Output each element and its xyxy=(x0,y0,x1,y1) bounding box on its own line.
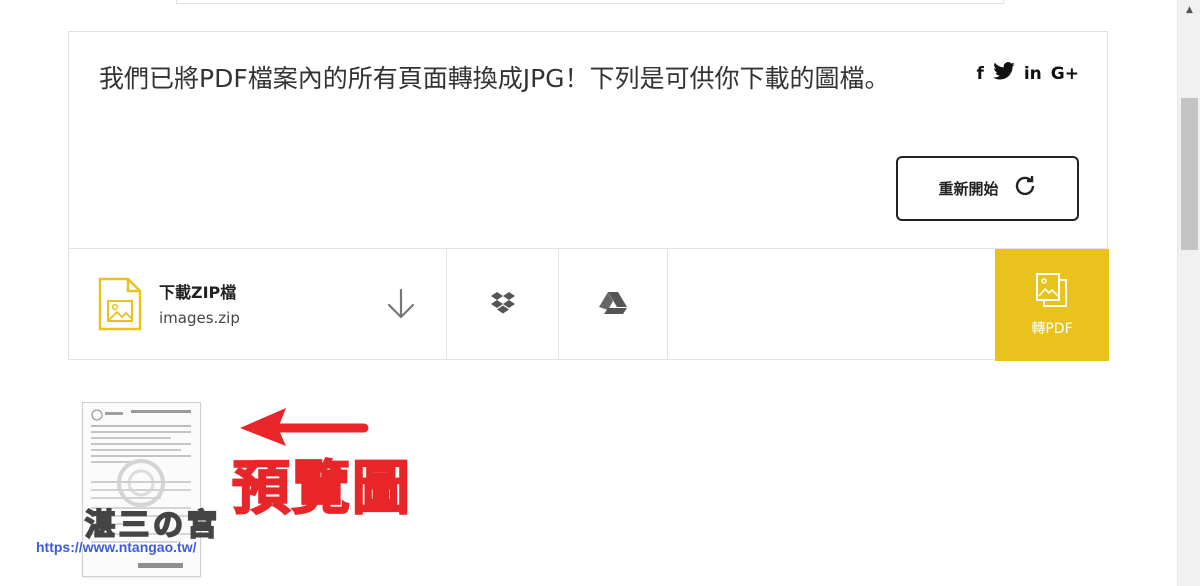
twitter-icon[interactable] xyxy=(993,62,1015,85)
image-file-icon xyxy=(97,276,143,336)
refresh-icon xyxy=(1013,174,1037,203)
scrollbar[interactable]: ▲ xyxy=(1177,0,1200,586)
scroll-up-arrow-icon[interactable]: ▲ xyxy=(1178,0,1200,20)
convert-to-pdf-button[interactable]: 轉PDF xyxy=(995,249,1109,361)
linkedin-icon[interactable]: in xyxy=(1024,64,1042,84)
result-panel: 我們已將PDF檔案內的所有頁面轉換成JPG！下列是可供你下載的圖檔。 f in … xyxy=(68,31,1109,361)
scrollbar-thumb[interactable] xyxy=(1181,98,1198,250)
previous-section-edge xyxy=(176,0,1004,4)
download-zip-option[interactable]: 下載ZIP檔 images.zip xyxy=(69,249,447,360)
restart-label: 重新開始 xyxy=(938,180,999,198)
google-plus-icon[interactable]: G+ xyxy=(1051,64,1079,84)
google-drive-icon xyxy=(599,291,627,319)
save-to-google-drive-button[interactable] xyxy=(559,249,668,360)
zip-filename: images.zip xyxy=(159,309,240,327)
download-options-row: 下載ZIP檔 images.zip 轉PDF xyxy=(69,248,1109,361)
result-message: 我們已將PDF檔案內的所有頁面轉換成JPG！下列是可供你下載的圖檔。 xyxy=(99,64,890,93)
restart-button[interactable]: 重新開始 xyxy=(896,156,1079,221)
image-stack-icon xyxy=(1034,272,1070,312)
save-to-dropbox-button[interactable] xyxy=(447,249,559,360)
dropbox-icon xyxy=(490,291,516,319)
convert-to-pdf-label: 轉PDF xyxy=(1031,321,1073,337)
download-arrow-icon[interactable] xyxy=(385,288,417,324)
pointer-arrow-annotation xyxy=(240,408,369,446)
download-zip-title: 下載ZIP檔 xyxy=(159,283,237,302)
facebook-icon[interactable]: f xyxy=(976,64,983,84)
preview-annotation-label: 預覽圖 xyxy=(231,454,413,522)
watermark-logo: 湛三の宮 xyxy=(84,507,221,544)
share-links: f in G+ xyxy=(976,62,1079,85)
watermark-url: https://www.ntangao.tw/ xyxy=(36,539,197,555)
